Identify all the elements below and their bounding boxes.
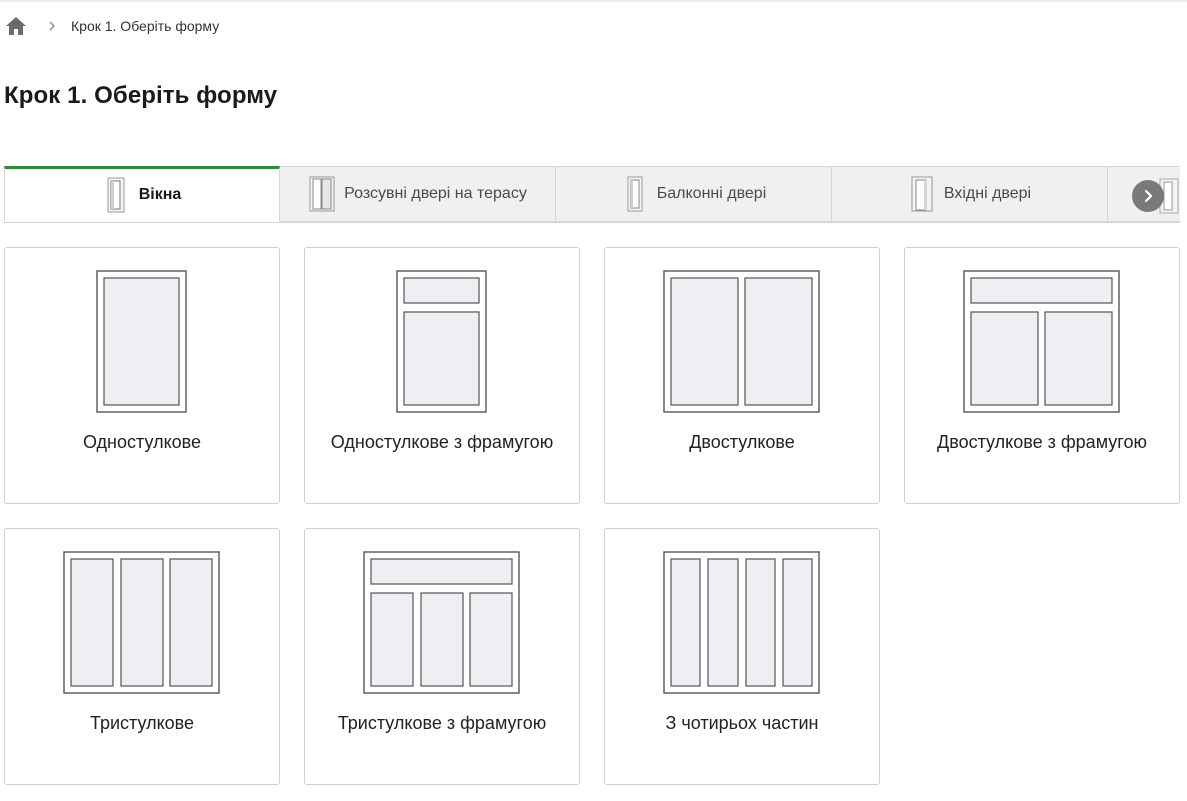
shape-card-triple-sash-transom[interactable]: Тристулкове з фрамугою <box>304 528 580 785</box>
breadcrumb: Крок 1. Оберіть форму <box>5 14 219 38</box>
shape-label: Тристулкове з фрамугою <box>337 713 547 733</box>
tabs-next-button[interactable] <box>1132 180 1164 212</box>
shape-card-single-sash-transom[interactable]: Одностулкове з фрамугою <box>304 247 580 504</box>
shape-card-four-part[interactable]: З чотирьох частин <box>604 528 880 785</box>
triple-sash-transom-window-icon <box>363 551 520 694</box>
tab-label: Балконні двері <box>656 185 767 202</box>
chevron-right-icon <box>45 19 59 33</box>
double-sash-window-icon <box>663 270 820 413</box>
tab-label: Вхідні двері <box>943 185 1032 202</box>
shape-label: Тристулкове <box>89 713 195 733</box>
double-sash-transom-window-icon <box>963 270 1120 413</box>
single-sash-window-icon <box>96 270 187 413</box>
tab-label: Розсувні двері на терасу <box>344 185 527 202</box>
shape-label: Двостулкове <box>689 432 795 452</box>
single-sash-transom-window-icon <box>396 270 487 413</box>
shape-card-triple-sash[interactable]: Тристулкове <box>4 528 280 785</box>
four-part-window-icon <box>663 551 820 694</box>
product-tabs: Вікна Розсувні двері на терасу Балконні … <box>4 166 1180 223</box>
shape-label: Одностулкове <box>82 432 202 452</box>
shape-card-single-sash[interactable]: Одностулкове <box>4 247 280 504</box>
page-title: Крок 1. Оберіть форму <box>4 82 278 109</box>
tab-sliding-doors[interactable]: Розсувні двері на терасу <box>280 166 556 222</box>
entrance-door-icon <box>908 176 936 212</box>
shape-label: Одностулкове з фрамугою <box>330 432 554 452</box>
breadcrumb-current: Крок 1. Оберіть форму <box>71 18 220 34</box>
balcony-door-icon <box>621 176 649 212</box>
sliding-door-icon <box>308 176 336 212</box>
shape-card-double-sash[interactable]: Двостулкове <box>604 247 880 504</box>
shape-label: З чотирьох частин <box>665 713 819 733</box>
tab-entrance-doors[interactable]: Вхідні двері <box>832 166 1108 222</box>
tab-windows[interactable]: Вікна <box>4 166 280 222</box>
shape-label: Двостулкове з фрамугою <box>937 432 1147 452</box>
top-shadow <box>0 0 1187 3</box>
window-icon <box>103 177 131 213</box>
triple-sash-window-icon <box>63 551 220 694</box>
home-icon[interactable] <box>5 15 27 37</box>
tab-balcony-doors[interactable]: Балконні двері <box>556 166 832 222</box>
tab-label: Вікна <box>138 186 182 203</box>
shape-card-double-sash-transom[interactable]: Двостулкове з фрамугою <box>904 247 1180 504</box>
chevron-right-icon <box>1144 189 1153 203</box>
